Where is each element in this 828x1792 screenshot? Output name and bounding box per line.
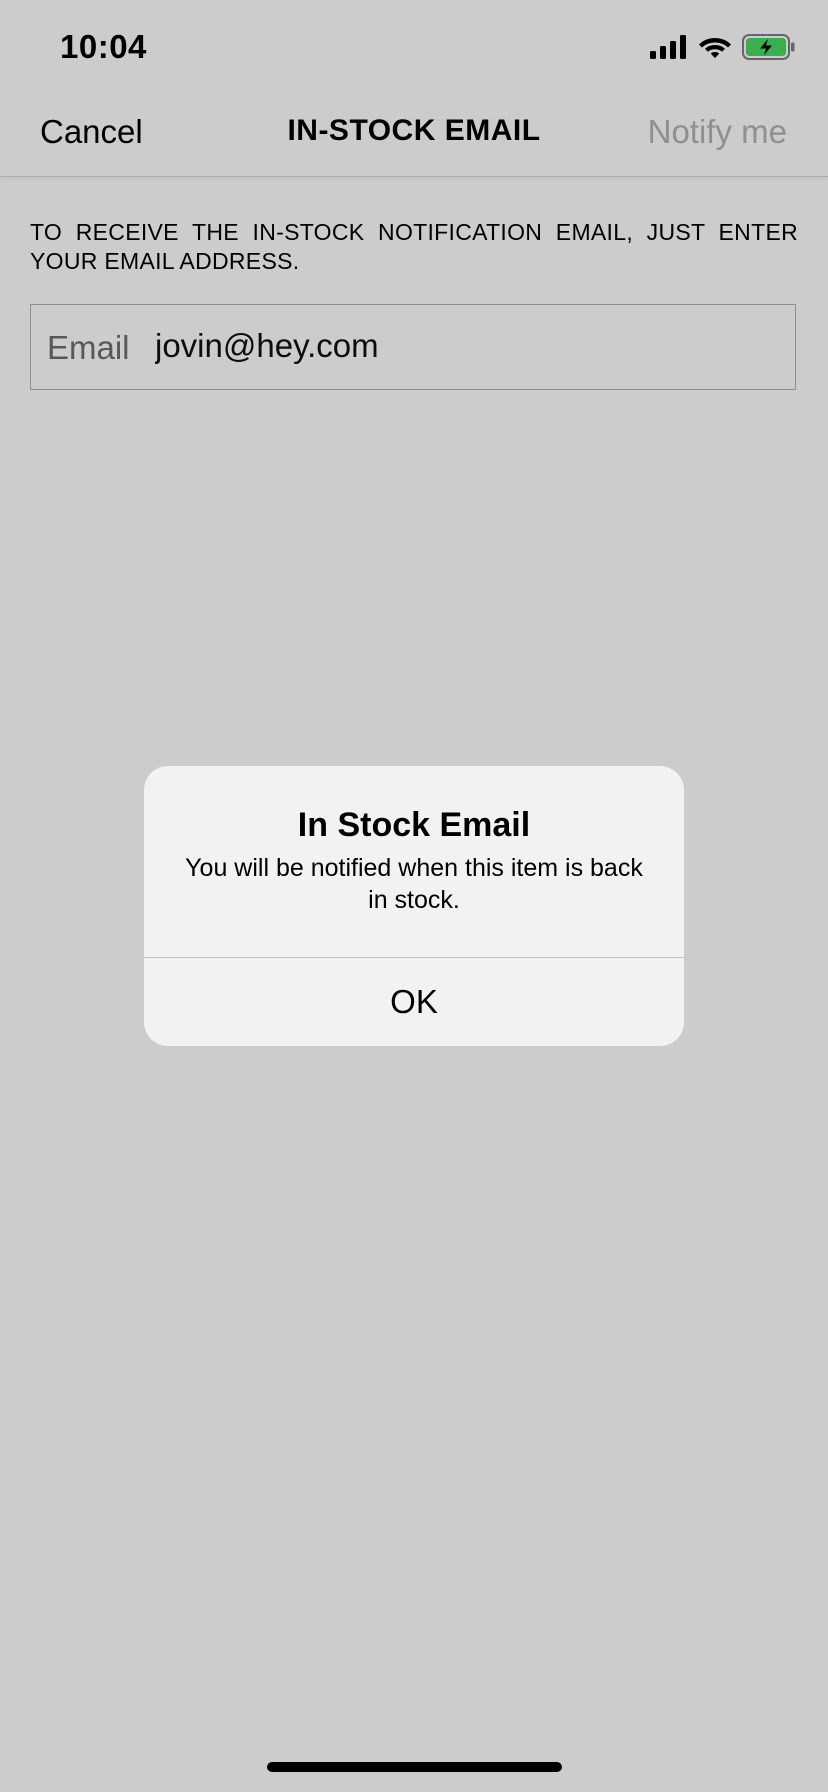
ok-button[interactable]: OK [144,958,684,1046]
home-indicator[interactable] [267,1762,562,1772]
alert-message: You will be notified when this item is b… [185,854,643,914]
alert-title: In Stock Email [297,806,531,844]
alert-dialog: In Stock Email You will be notified when… [144,766,684,1046]
